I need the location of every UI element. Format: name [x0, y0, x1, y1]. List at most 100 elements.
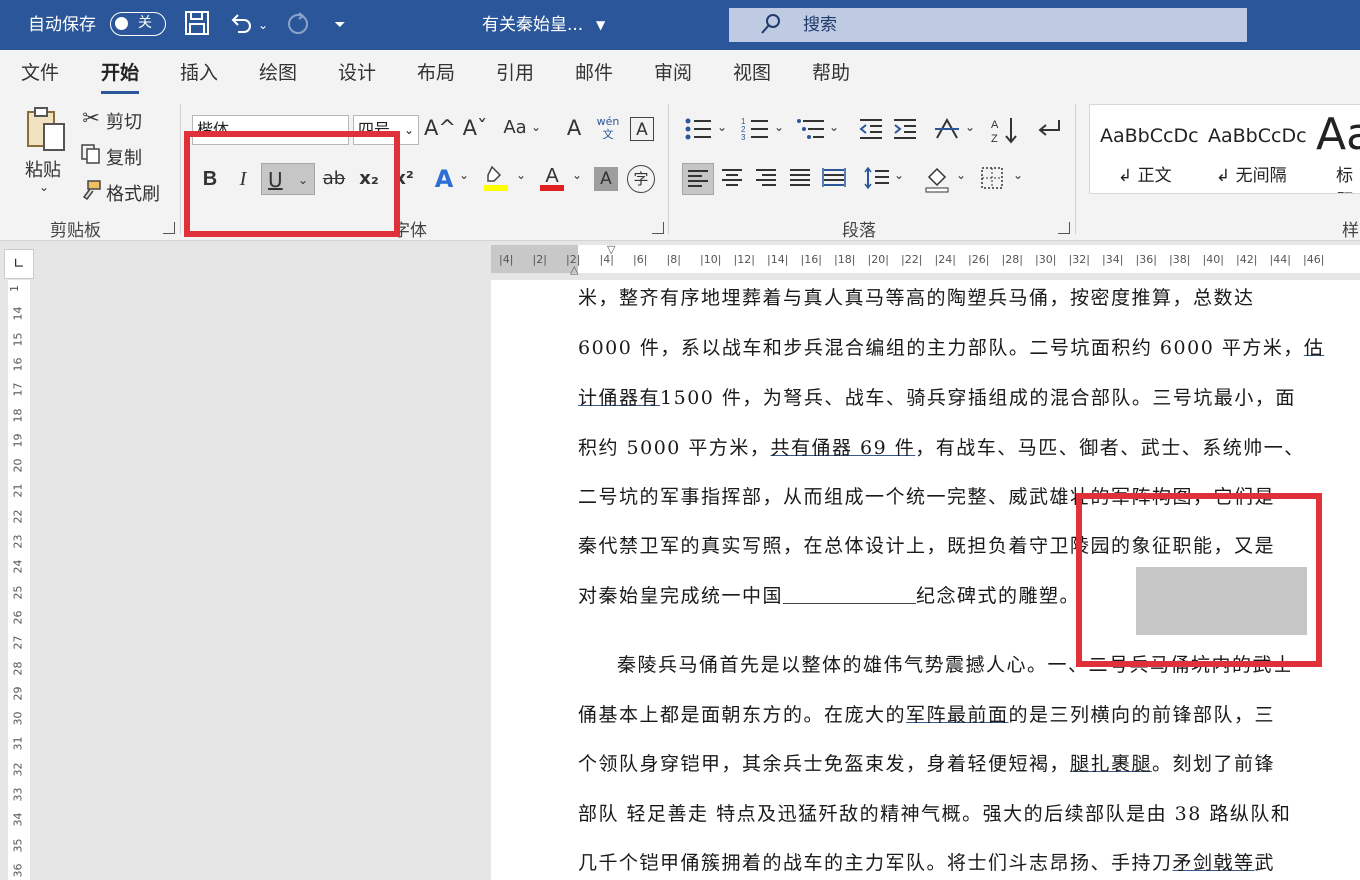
- clipboard-launcher-icon[interactable]: [163, 222, 175, 234]
- search-box[interactable]: 搜索: [729, 8, 1247, 42]
- chevron-down-icon[interactable]: ⌄: [773, 120, 785, 134]
- ruler-tick-label: 14: [11, 306, 25, 321]
- doc-line: 积约 5000 平方米，共有俑器 69 件，有战车、马匹、御者、武士、系统帅一、: [578, 437, 1305, 459]
- format-painter-button[interactable]: 格式刷: [106, 180, 160, 206]
- ruler-tick-label: 24: [11, 559, 25, 574]
- phonetic-guide-icon[interactable]: wén 文: [595, 115, 621, 141]
- chevron-down-icon[interactable]: ⌄: [893, 168, 905, 182]
- shrink-font-icon[interactable]: Aˇ: [461, 116, 489, 140]
- styles-gallery: AaBbCcDc ↲ 正文 AaBbCcDc ↲ 无间隔 Aa 标题: [1089, 104, 1360, 194]
- text-effects-button[interactable]: A: [428, 163, 460, 195]
- copy-button[interactable]: 复制: [106, 144, 142, 170]
- font-color-button[interactable]: A: [536, 163, 568, 195]
- tab-review[interactable]: 审阅: [654, 50, 692, 96]
- chevron-down-icon[interactable]: ⌄: [828, 120, 840, 134]
- ruler-tick-label: 22: [11, 509, 25, 524]
- doc-line: 米，整齐有序地埋葬着与真人真马等高的陶塑兵马俑，按密度推算，总数达: [578, 287, 1255, 309]
- ruler-tick-label: |40|: [1202, 253, 1224, 266]
- grow-font-icon[interactable]: A^: [424, 116, 456, 140]
- undo-dropdown-icon[interactable]: ⌄: [256, 10, 270, 40]
- align-center-icon[interactable]: [718, 165, 746, 198]
- tab-insert[interactable]: 插入: [180, 50, 218, 96]
- ruler-tick-label: |32|: [1068, 253, 1090, 266]
- tab-file[interactable]: 文件: [21, 50, 59, 96]
- multilevel-list-icon[interactable]: [796, 116, 826, 147]
- chevron-down-icon[interactable]: ⌄: [955, 168, 967, 182]
- paste-icon[interactable]: [24, 106, 68, 154]
- chevron-down-icon[interactable]: ⌄: [515, 168, 527, 182]
- cut-icon: ✂: [82, 106, 100, 130]
- ruler-tick-label: 29: [11, 686, 25, 701]
- show-formatting-marks-icon[interactable]: [1034, 116, 1064, 147]
- style-normal[interactable]: AaBbCcDc ↲ 正文: [1090, 105, 1199, 193]
- customize-toolbar-icon[interactable]: ⏷: [330, 10, 350, 40]
- change-case-icon[interactable]: Aa: [500, 117, 530, 138]
- numbering-icon[interactable]: 123: [740, 116, 770, 147]
- menu-bar: 文件 开始 插入 绘图 设计 布局 引用 邮件 审阅 视图 帮助: [0, 50, 1360, 100]
- style-preview: Aa: [1316, 109, 1360, 160]
- asian-layout-icon[interactable]: [932, 116, 962, 147]
- tab-layout[interactable]: 布局: [417, 50, 455, 96]
- ruler-tick-label: |46|: [1303, 253, 1325, 266]
- character-border-icon[interactable]: A: [630, 117, 654, 141]
- bullets-icon[interactable]: [683, 116, 713, 147]
- align-left-button[interactable]: [682, 163, 714, 195]
- style-name: 标题: [1336, 166, 1353, 193]
- chevron-down-icon[interactable]: ⌄: [716, 120, 728, 134]
- paragraph-launcher-icon[interactable]: [1058, 222, 1070, 234]
- document-title[interactable]: 有关秦始皇...: [482, 0, 583, 50]
- chevron-down-icon[interactable]: ⌄: [530, 120, 542, 134]
- font-launcher-icon[interactable]: [652, 222, 664, 234]
- ruler-tick-label: |10|: [700, 253, 722, 266]
- tab-view[interactable]: 视图: [733, 50, 771, 96]
- style-no-spacing[interactable]: AaBbCcDc ↲ 无间隔: [1198, 105, 1307, 193]
- copy-icon: [79, 143, 103, 170]
- styles-group-label: 样: [1342, 221, 1359, 241]
- tab-draw[interactable]: 绘图: [259, 50, 297, 96]
- undo-icon[interactable]: [226, 10, 256, 40]
- chevron-down-icon[interactable]: ⌄: [571, 168, 583, 182]
- shading-icon[interactable]: [922, 165, 952, 198]
- character-shading-button[interactable]: A: [594, 167, 618, 191]
- cut-button[interactable]: 剪切: [106, 108, 142, 134]
- ruler-tick-label: |44|: [1269, 253, 1291, 266]
- enclose-characters-button[interactable]: 字: [627, 165, 655, 193]
- paste-button[interactable]: 粘贴: [25, 156, 61, 182]
- autosave-toggle[interactable]: 关: [110, 12, 166, 36]
- chevron-down-icon[interactable]: ⌄: [458, 168, 470, 182]
- decrease-indent-icon[interactable]: [857, 116, 885, 147]
- chevron-down-icon[interactable]: ⌄: [1012, 168, 1024, 182]
- title-dropdown-icon[interactable]: ▼: [596, 0, 605, 50]
- ruler-tick-label: 34: [11, 812, 25, 827]
- chevron-down-icon[interactable]: ⌄: [964, 120, 976, 134]
- highlight-color-button[interactable]: [480, 163, 512, 195]
- paste-dropdown-icon[interactable]: ⌄: [39, 180, 49, 194]
- line-spacing-icon[interactable]: [862, 165, 892, 198]
- horizontal-ruler[interactable]: ▽ △ |4| |2| |2| |4| |6| |8| |10| |12| |14| |16| |1…: [491, 243, 1360, 276]
- tab-help[interactable]: 帮助: [812, 50, 850, 96]
- sort-icon[interactable]: AZ: [990, 116, 1022, 149]
- doc-line: 部队 轻足善走 特点及迅猛歼敌的精神气概。强大的后续部队是由 38 路纵队和: [578, 803, 1292, 825]
- ruler-tick-label: |12|: [733, 253, 755, 266]
- align-right-icon[interactable]: [752, 165, 780, 198]
- save-icon[interactable]: [182, 10, 212, 40]
- ruler-tick-label: 27: [11, 635, 25, 650]
- tab-home[interactable]: 开始: [101, 50, 140, 96]
- ruler-tick-label: |6|: [633, 253, 648, 266]
- clear-formatting-icon[interactable]: A: [561, 116, 587, 140]
- increase-indent-icon[interactable]: [891, 116, 919, 147]
- doc-line: 对秦始皇完成统一中国 纪念碑式的雕塑。: [578, 585, 1081, 607]
- ruler-tick-label: |2|: [532, 253, 547, 266]
- vertical-ruler[interactable]: 1 14 15 16 17 18 19 20 21 22 23 24 25 26 27 28 29 30 31 32 3…: [8, 280, 30, 880]
- doc-line: 个领队身穿铠甲，其余兵士免盔束发，身着轻便短褐，腿扎裹腿。刻划了前锋: [578, 753, 1276, 775]
- tab-design[interactable]: 设计: [338, 50, 376, 96]
- tab-references[interactable]: 引用: [496, 50, 534, 96]
- style-heading[interactable]: Aa 标题: [1306, 105, 1360, 193]
- justify-icon[interactable]: [786, 165, 814, 198]
- tab-selector-icon[interactable]: ∟: [4, 249, 34, 279]
- tab-mailings[interactable]: 邮件: [575, 50, 613, 96]
- style-name: ↲ 无间隔: [1216, 166, 1287, 186]
- distributed-icon[interactable]: [820, 165, 848, 198]
- svg-text:Z: Z: [991, 133, 998, 144]
- borders-icon[interactable]: [978, 165, 1006, 196]
